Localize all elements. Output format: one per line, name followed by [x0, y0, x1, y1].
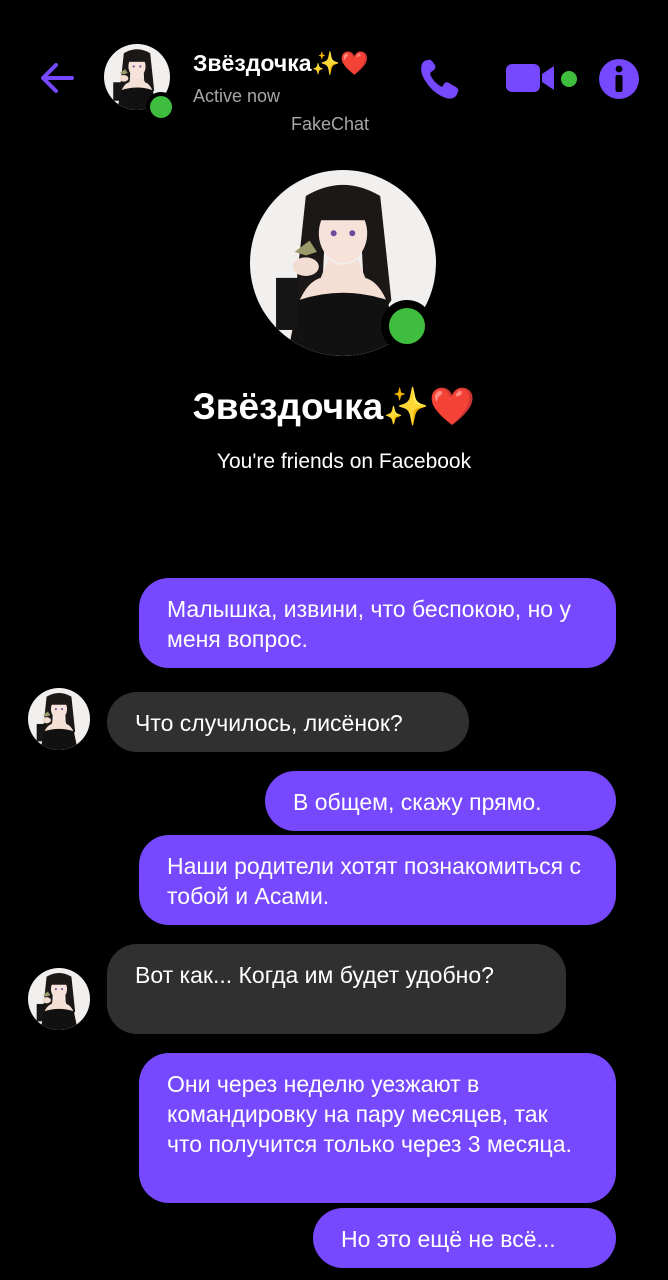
chat-header: Звёздочка✨❤️ Active now FakeChat [0, 0, 668, 150]
watermark: FakeChat [291, 114, 370, 134]
message-avatar-image [28, 968, 90, 1030]
profile-subtitle: You're friends on Facebook [216, 450, 472, 473]
message-bubble-outgoing[interactable]: Наши родители хотят познакомиться с тобо… [139, 835, 616, 925]
contact-status: Active now [193, 86, 281, 106]
message-avatar [28, 688, 90, 750]
video-camera-icon [506, 64, 554, 92]
message-bubble-outgoing[interactable]: Они через неделю уезжают в командировку … [139, 1053, 616, 1203]
info-button[interactable] [598, 58, 640, 100]
profile-online-indicator [381, 300, 433, 352]
call-button[interactable] [414, 54, 464, 104]
message-bubble-outgoing[interactable]: Но это ещё не всё... [313, 1208, 616, 1268]
message-bubble-incoming[interactable]: Что случилось, лисёнок? [107, 692, 469, 752]
phone-icon [421, 59, 459, 99]
contact-name[interactable]: Звёздочка✨❤️ [193, 50, 369, 77]
back-arrow-icon [41, 63, 74, 93]
message-avatar-image [28, 688, 90, 750]
info-icon [599, 59, 639, 99]
message-avatar [28, 968, 90, 1030]
message-bubble-outgoing[interactable]: В общем, скажу прямо. [265, 771, 616, 831]
video-call-button[interactable] [504, 58, 560, 98]
message-bubble-incoming[interactable]: Вот как... Когда им будет удобно? [107, 944, 566, 1034]
online-indicator [146, 92, 176, 122]
back-button[interactable] [36, 56, 80, 100]
profile-name: Звёздочка✨❤️ [192, 386, 476, 427]
message-bubble-outgoing[interactable]: Малышка, извини, что беспокою, но у меня… [139, 578, 616, 668]
video-active-dot [561, 71, 577, 87]
